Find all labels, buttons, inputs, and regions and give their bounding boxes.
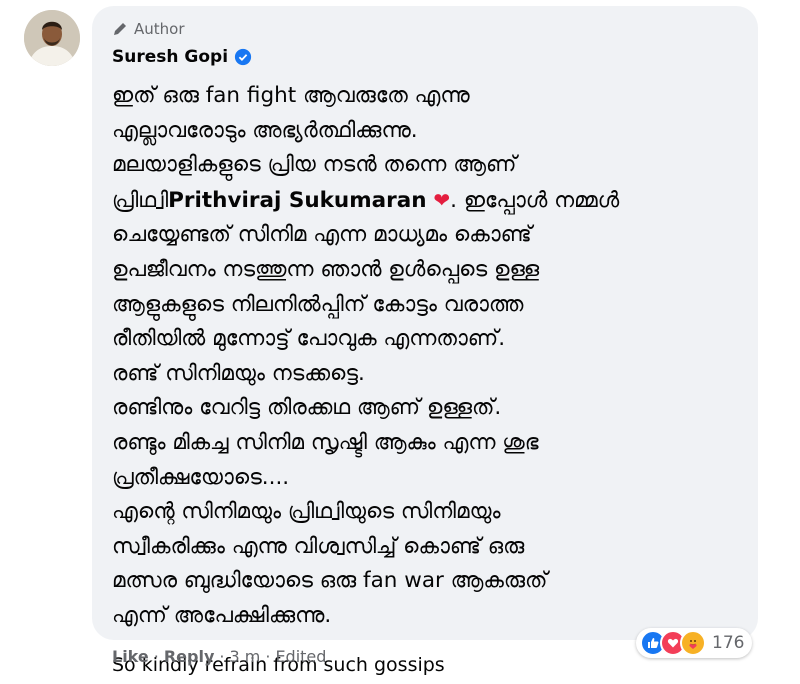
separator-dot: ·	[219, 647, 225, 666]
comment-line: രണ്ടും മികച്ച സിനിമ സൃഷ്ടി ആകും എന്ന ശുഭ	[112, 429, 539, 455]
comment-line: എന്റെ സിനിമയും പ്രിഥ്വിയുടെ സിനിമയും	[112, 499, 501, 525]
care-reaction-icon	[680, 630, 706, 656]
author-badge: Author	[112, 20, 185, 38]
reaction-count: 176	[712, 633, 745, 653]
reactions-summary[interactable]: 176	[636, 628, 753, 658]
commenter-name[interactable]: Suresh Gopi	[112, 47, 228, 67]
like-button[interactable]: Like	[112, 647, 149, 666]
comment-actions: Like · Reply · 3 m · Edited	[112, 647, 326, 666]
comment-text: പ്രിഥ്വി	[112, 187, 169, 213]
comment-line: ഉപജീവനം നടത്തുന്ന ഞാൻ ഉൾപ്പെടെ ഉള്ള	[112, 256, 540, 282]
comment-line: മത്സര ബുദ്ധിയോടെ ഒരു fan war ആകരുത്	[112, 568, 548, 594]
separator-dot: ·	[265, 647, 271, 666]
heart-emoji-icon: ❤	[433, 187, 451, 212]
avatar[interactable]	[24, 10, 80, 66]
comment-line: ഇത് ഒരു fan fight ആവരുതേ എന്നു	[112, 83, 470, 108]
comment-text: . ഇപ്പോൾ നമ്മൾ	[450, 187, 620, 213]
comment-body: ഇത് ഒരു fan fight ആവരുതേ എന്നു എല്ലാവരോട…	[112, 79, 742, 676]
comment-bubble: Author Suresh Gopi ഇത് ഒരു fan fight ആവര…	[92, 6, 758, 676]
pencil-icon	[114, 23, 126, 35]
verified-badge-icon	[234, 48, 252, 66]
comment-line: സ്വീകരിക്കും എന്നു വിശ്വസിച്ച് കൊണ്ട് ഒര…	[112, 533, 525, 559]
comment-line: ചെയ്യേണ്ടത് സിനിമ എന്ന മാധ്യമം കൊണ്ട്	[112, 222, 532, 248]
comment-line: മലയാളികളുടെ പ്രിയ നടൻ തന്നെ ആണ്	[112, 152, 517, 178]
comment-line: രണ്ടിനും വേറിട്ട തിരക്കഥ ആണ് ഉള്ളത്.	[112, 395, 502, 421]
comment-line: ആളുകളുടെ നിലനിൽപ്പിന് കോട്ടം വരാത്ത	[112, 291, 524, 317]
mention-link[interactable]: Prithviraj Sukumaran	[168, 188, 426, 213]
comment-line: പ്രതീക്ഷയോടെ....	[112, 464, 290, 490]
avatar-photo	[24, 10, 80, 66]
comment-line-with-mention: പ്രിഥ്വിPrithviraj Sukumaran ❤. ഇപ്പോൾ ന…	[112, 183, 742, 219]
comment-line: എല്ലാവരോടും അഭ്യർത്ഥിക്കുന്നു.	[112, 117, 418, 143]
comment-line: രീതിയിൽ മുന്നോട്ട് പോവുക എന്നതാണ്.	[112, 326, 506, 352]
separator-dot: ·	[153, 647, 159, 666]
edited-label[interactable]: Edited	[275, 647, 326, 666]
comment-line: രണ്ട് സിനിമയും നടക്കട്ടെ.	[112, 360, 365, 386]
commenter-name-row: Suresh Gopi	[112, 47, 252, 67]
comment-timestamp[interactable]: 3 m	[229, 647, 260, 666]
reply-button[interactable]: Reply	[164, 647, 215, 666]
author-badge-label: Author	[134, 20, 185, 38]
